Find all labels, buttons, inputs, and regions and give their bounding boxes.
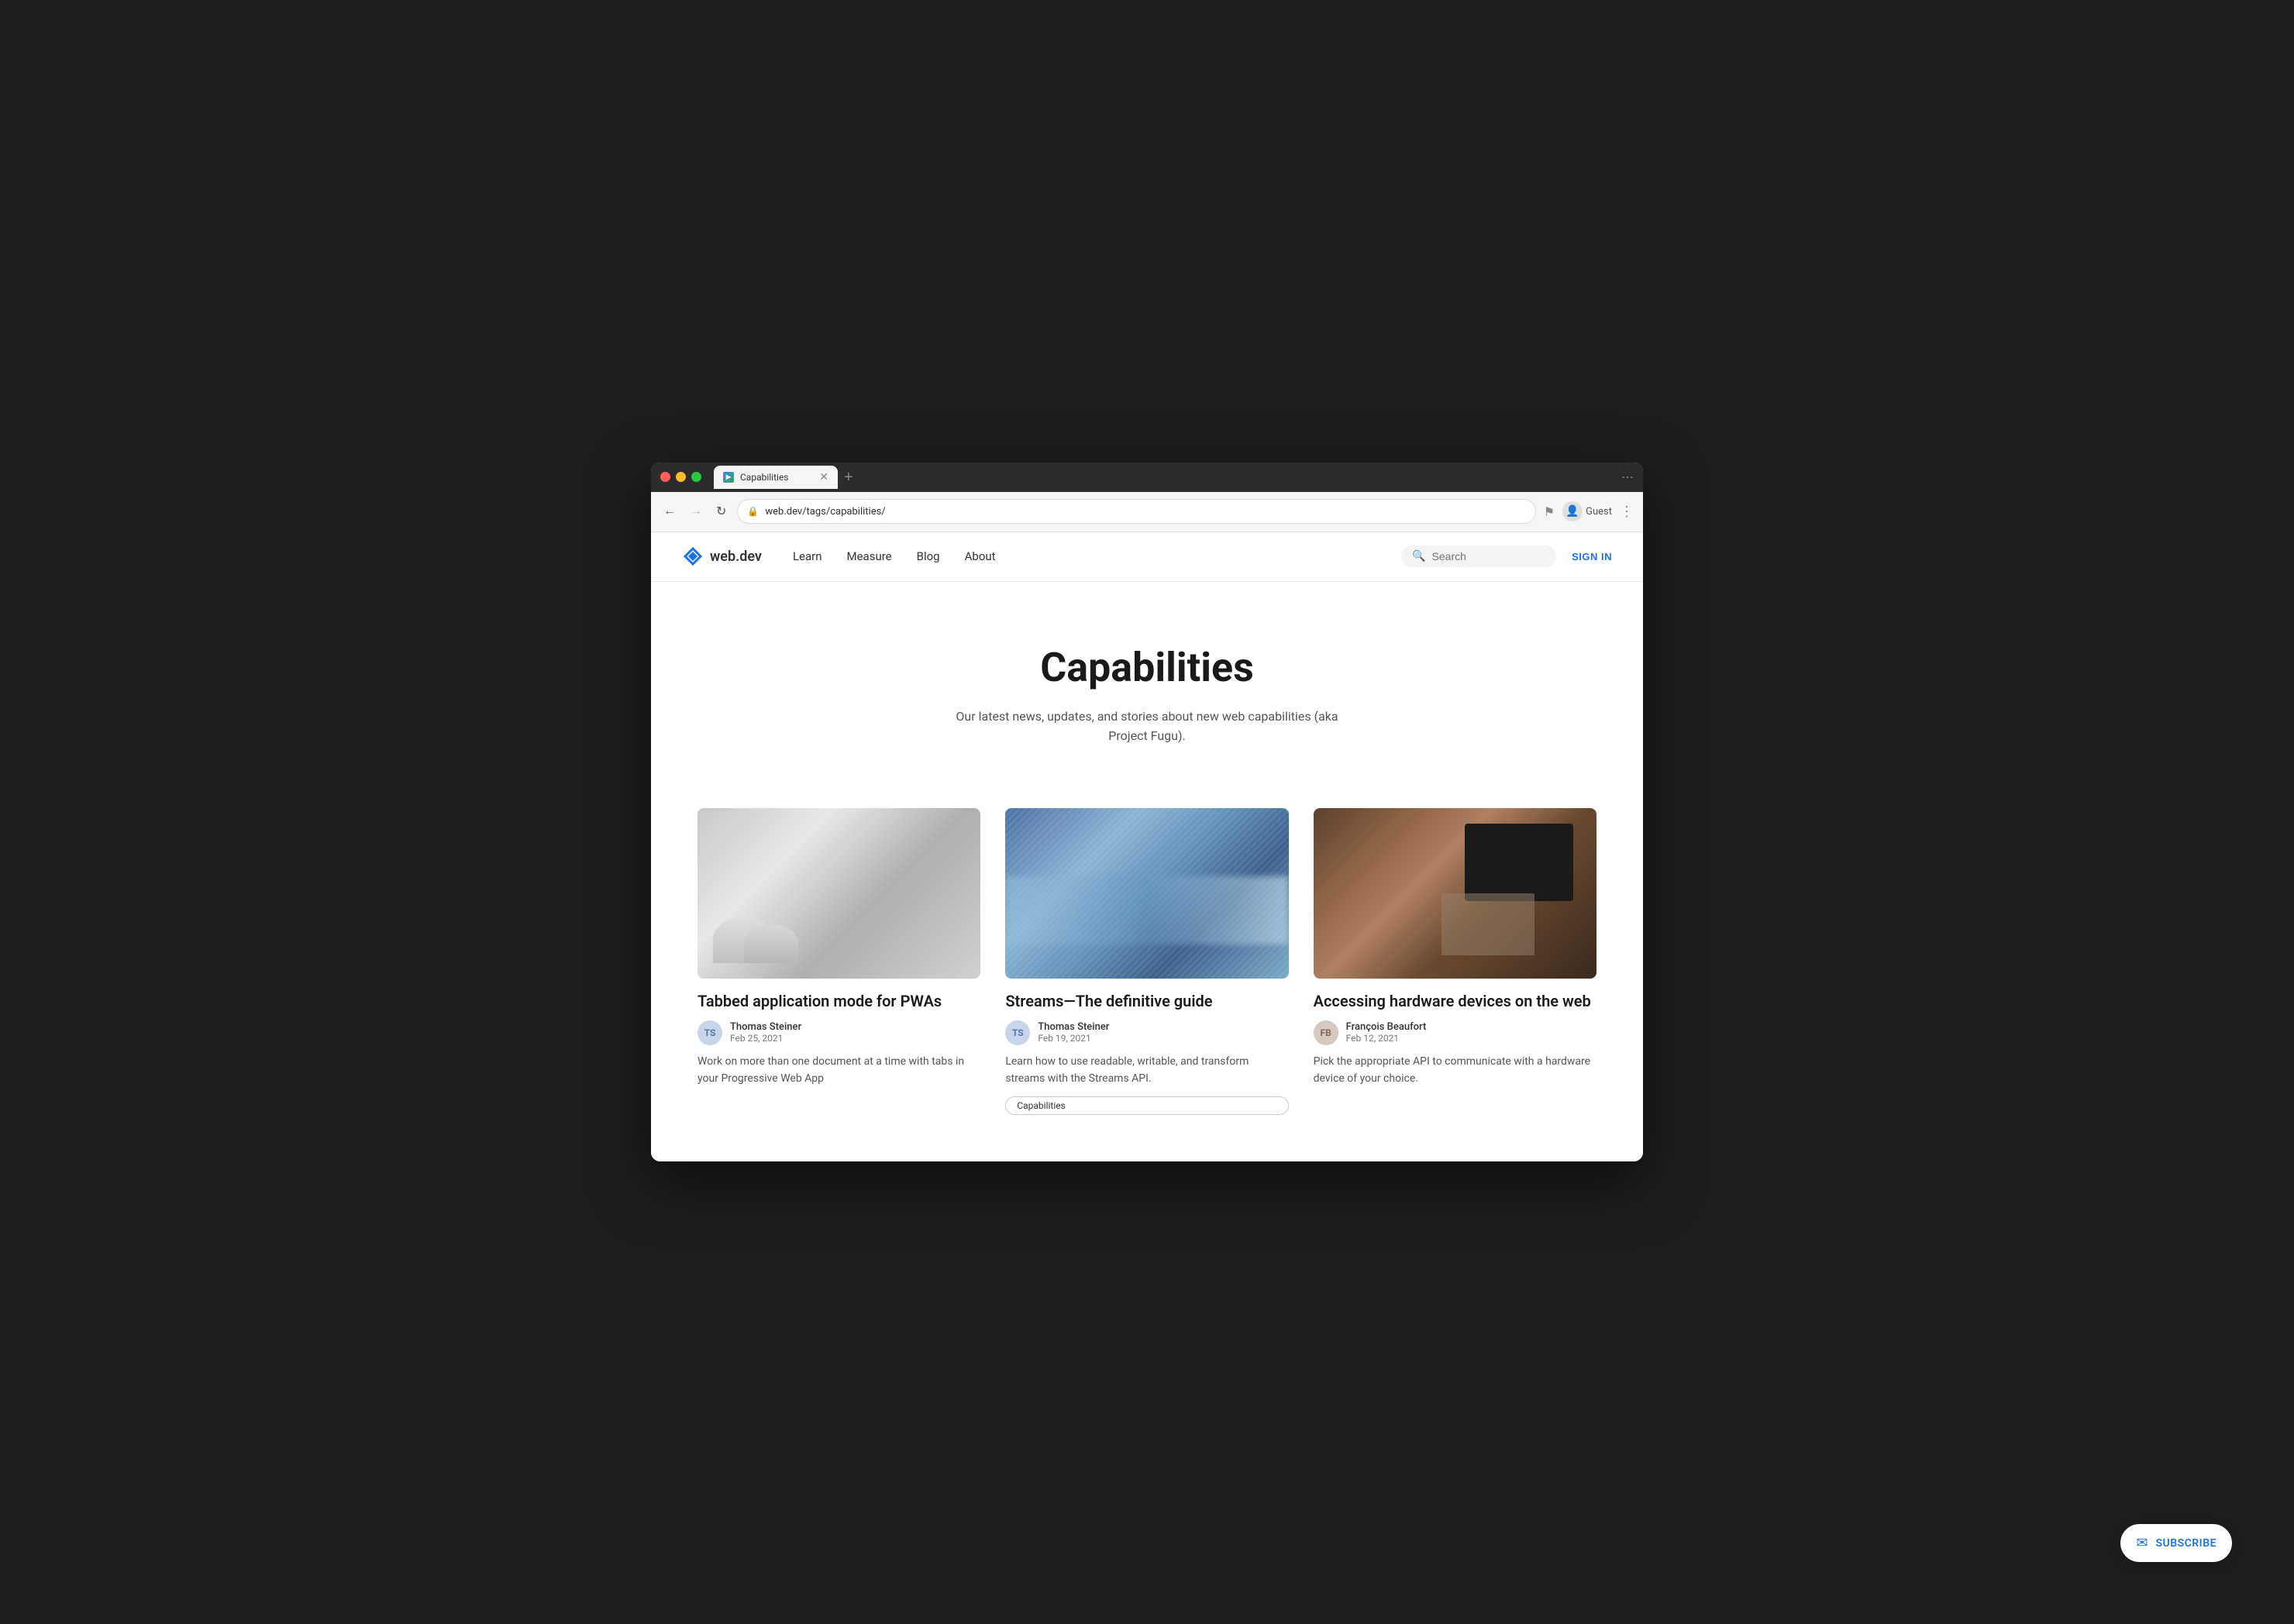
article-tag[interactable]: Capabilities — [1005, 1096, 1288, 1115]
article-date: Feb 12, 2021 — [1346, 1033, 1427, 1044]
search-icon: 🔍 — [1412, 550, 1425, 563]
author-info: François Beaufort Feb 12, 2021 — [1346, 1021, 1427, 1044]
logo-link[interactable]: web.dev — [682, 545, 762, 567]
tab-title: Capabilities — [740, 472, 789, 483]
author-name: François Beaufort — [1346, 1021, 1427, 1033]
author-name: Thomas Steiner — [1038, 1021, 1109, 1033]
search-bar[interactable]: 🔍 — [1401, 545, 1556, 567]
article-description: Learn how to use readable, writable, and… — [1005, 1053, 1288, 1088]
tab-bar: ▶ Capabilities ✕ + — [714, 466, 1615, 489]
window-controls: ⋯ — [1621, 470, 1634, 484]
nav-right: 🔍 SIGN IN — [1401, 545, 1612, 567]
address-bar: ← → ↻ 🔒 web.dev/tags/capabilities/ ⚑ 👤 G… — [651, 492, 1643, 532]
lock-icon: 🔒 — [747, 506, 759, 517]
author-info: Thomas Steiner Feb 19, 2021 — [1038, 1021, 1109, 1044]
new-tab-button[interactable]: + — [841, 470, 856, 485]
logo-icon — [682, 545, 704, 567]
menu-icon[interactable]: ⋮ — [1620, 504, 1634, 520]
profile-button[interactable]: 👤 Guest — [1562, 501, 1612, 521]
url-bar[interactable]: 🔒 web.dev/tags/capabilities/ — [737, 499, 1535, 524]
article-description: Pick the appropriate API to communicate … — [1314, 1053, 1596, 1088]
url-text: web.dev/tags/capabilities/ — [765, 506, 885, 518]
article-date: Feb 25, 2021 — [730, 1033, 801, 1044]
nav-learn[interactable]: Learn — [793, 549, 822, 563]
hero-section: Capabilities Our latest news, updates, a… — [651, 582, 1643, 793]
author-row: TS Thomas Steiner Feb 19, 2021 — [1005, 1020, 1288, 1045]
logo-text: web.dev — [710, 549, 762, 565]
minimize-dot[interactable] — [676, 472, 686, 482]
site-header: web.dev Learn Measure Blog About 🔍 SIGN … — [651, 532, 1643, 582]
articles-grid: Tabbed application mode for PWAs TS Thom… — [651, 793, 1643, 1162]
author-name: Thomas Steiner — [730, 1021, 801, 1033]
avatar: 👤 — [1562, 501, 1583, 521]
hero-description: Our latest news, updates, and stories ab… — [953, 707, 1341, 746]
browser-window: ▶ Capabilities ✕ + ⋯ ← → ↻ 🔒 web.dev/tag… — [651, 463, 1643, 1162]
maximize-dot[interactable] — [691, 472, 701, 482]
article-description: Work on more than one document at a time… — [698, 1053, 980, 1088]
avatar: FB — [1314, 1020, 1338, 1045]
article-card: Streams—The definitive guide TS Thomas S… — [1005, 808, 1288, 1116]
article-title: Streams—The definitive guide — [1005, 991, 1288, 1011]
avatar: TS — [1005, 1020, 1030, 1045]
avatar-initials: TS — [704, 1027, 716, 1038]
profile-area: ⚑ 👤 Guest ⋮ — [1544, 501, 1634, 521]
avatar-initials: TS — [1012, 1027, 1024, 1038]
article-thumbnail — [1005, 808, 1288, 979]
close-dot[interactable] — [660, 472, 670, 482]
page-content: web.dev Learn Measure Blog About 🔍 SIGN … — [651, 532, 1643, 1162]
extension-icon: ⚑ — [1544, 504, 1555, 519]
main-nav: Learn Measure Blog About — [793, 549, 996, 563]
article-title: Tabbed application mode for PWAs — [698, 991, 980, 1011]
search-input[interactable] — [1432, 550, 1546, 563]
tab-favicon: ▶ — [723, 472, 734, 483]
article-card: Accessing hardware devices on the web FB… — [1314, 808, 1596, 1116]
nav-blog[interactable]: Blog — [917, 549, 940, 563]
nav-measure[interactable]: Measure — [847, 549, 892, 563]
tab-close-button[interactable]: ✕ — [819, 471, 828, 483]
title-bar: ▶ Capabilities ✕ + ⋯ — [651, 463, 1643, 492]
back-button[interactable]: ← — [660, 501, 679, 521]
traffic-lights — [660, 472, 701, 482]
article-date: Feb 19, 2021 — [1038, 1033, 1109, 1044]
profile-label: Guest — [1586, 506, 1612, 518]
forward-button[interactable]: → — [687, 501, 705, 521]
article-thumbnail — [1314, 808, 1596, 979]
author-row: TS Thomas Steiner Feb 25, 2021 — [698, 1020, 980, 1045]
avatar: TS — [698, 1020, 722, 1045]
author-row: FB François Beaufort Feb 12, 2021 — [1314, 1020, 1596, 1045]
article-title: Accessing hardware devices on the web — [1314, 991, 1596, 1011]
active-tab[interactable]: ▶ Capabilities ✕ — [714, 466, 838, 489]
nav-about[interactable]: About — [965, 549, 996, 563]
article-card: Tabbed application mode for PWAs TS Thom… — [698, 808, 980, 1116]
reload-button[interactable]: ↻ — [713, 501, 729, 522]
page-wrapper: web.dev Learn Measure Blog About 🔍 SIGN … — [651, 532, 1643, 1162]
sign-in-button[interactable]: SIGN IN — [1572, 551, 1612, 563]
article-thumbnail — [698, 808, 980, 979]
hero-title: Capabilities — [682, 644, 1612, 691]
avatar-initials: FB — [1321, 1027, 1331, 1038]
author-info: Thomas Steiner Feb 25, 2021 — [730, 1021, 801, 1044]
